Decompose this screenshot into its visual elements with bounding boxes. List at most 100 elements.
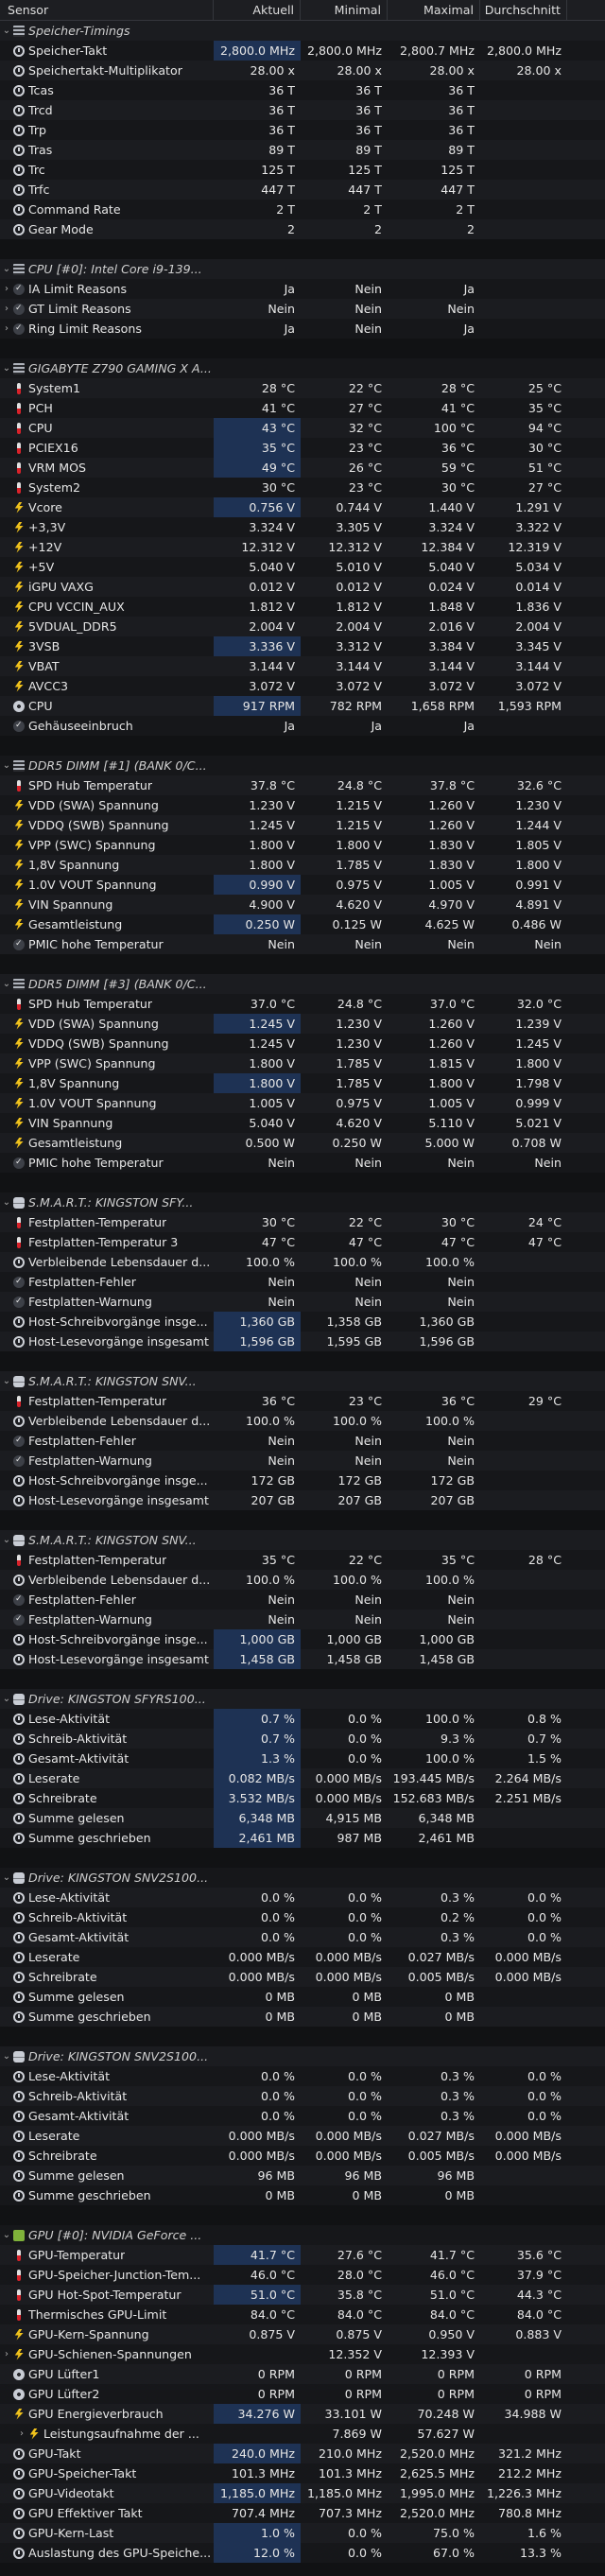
sensor-row[interactable]: Gesamt-Aktivität 0.0 % 0.0 % 0.3 % 0.0 %	[0, 1927, 605, 1947]
sensor-group-header[interactable]: ⌄ CPU [#0]: Intel Core i9-139...	[0, 259, 605, 279]
sensor-row[interactable]: Gesamt-Aktivität 1.3 % 0.0 % 100.0 % 1.5 %	[0, 1749, 605, 1768]
sensor-row[interactable]: PMIC hohe Temperatur Nein Nein Nein Nein	[0, 934, 605, 954]
sensor-group-header[interactable]: ⌄ Drive: KINGSTON SNV2S100...	[0, 1868, 605, 1888]
sensor-row[interactable]: Lese-Aktivität 0.0 % 0.0 % 0.3 % 0.0 %	[0, 2066, 605, 2086]
sensor-row[interactable]: Festplatten-Temperatur 35 °C 22 °C 35 °C 28 …	[0, 1550, 605, 1570]
collapse-chevron-icon[interactable]: ⌄	[0, 259, 13, 279]
sensor-row[interactable]: Schreibrate 0.000 MB/s 0.000 MB/s 0.005 MB/…	[0, 2146, 605, 2166]
column-header-max[interactable]: Maximal	[388, 0, 480, 20]
sensor-group-header[interactable]: ⌄ GIGABYTE Z790 GAMING X A...	[0, 358, 605, 378]
expand-chevron-icon[interactable]: ›	[15, 2424, 28, 2444]
column-header-min[interactable]: Minimal	[301, 0, 388, 20]
sensor-row[interactable]: Summe geschrieben 2,461 MB 987 MB 2,461 MB	[0, 1828, 605, 1848]
sensor-row[interactable]: GPU-Speicher-Takt 101.3 MHz 101.3 MHz 2,625…	[0, 2463, 605, 2483]
sensor-row[interactable]: PCIEX16 35 °C 23 °C 36 °C 30 °C	[0, 438, 605, 458]
sensor-row[interactable]: Gesamtleistung 0.500 W 0.250 W 5.000 W 0.708…	[0, 1133, 605, 1153]
sensor-row[interactable]: 3VSB 3.336 V 3.312 V 3.384 V 3.345 V	[0, 636, 605, 656]
sensor-row[interactable]: Summe geschrieben 0 MB 0 MB 0 MB	[0, 2007, 605, 2027]
sensor-row[interactable]: VPP (SWC) Spannung 1.800 V 1.800 V 1.830 V 1…	[0, 835, 605, 855]
sensor-row[interactable]: Summe gelesen 0 MB 0 MB 0 MB	[0, 1987, 605, 2007]
collapse-chevron-icon[interactable]: ⌄	[0, 1371, 13, 1391]
sensor-row[interactable]: +3,3V 3.324 V 3.305 V 3.324 V 3.322 V	[0, 517, 605, 537]
collapse-chevron-icon[interactable]: ⌄	[0, 1868, 13, 1888]
sensor-row[interactable]: GPU-Videotakt 1,185.0 MHz 1,185.0 MHz 1,995…	[0, 2483, 605, 2503]
expand-chevron-icon[interactable]: ›	[0, 279, 13, 299]
sensor-row[interactable]: Tcas 36 T 36 T 36 T	[0, 80, 605, 100]
sensor-group-header[interactable]: ⌄ S.M.A.R.T.: KINGSTON SNV...	[0, 1371, 605, 1391]
expand-chevron-icon[interactable]: ›	[0, 299, 13, 319]
sensor-row[interactable]: VIN Spannung 4.900 V 4.620 V 4.970 V 4.891 V	[0, 895, 605, 914]
sensor-row[interactable]: Schreibrate 0.000 MB/s 0.000 MB/s 0.005 MB/…	[0, 1967, 605, 1987]
sensor-row[interactable]: Host-Schreibvorgänge insge... 1,000 GB 1,0…	[0, 1629, 605, 1649]
sensor-row[interactable]: Gehäuseeinbruch Ja Ja Ja	[0, 716, 605, 736]
sensor-row[interactable]: Trc 125 T 125 T 125 T	[0, 160, 605, 180]
sensor-group-header[interactable]: ⌄ Speicher-Timings	[0, 21, 605, 41]
sensor-row[interactable]: AVCC3 3.072 V 3.072 V 3.072 V 3.072 V	[0, 676, 605, 696]
sensor-row[interactable]: Festplatten-Temperatur 3 47 °C 47 °C 47 °C 4…	[0, 1232, 605, 1252]
sensor-group-header[interactable]: ⌄ Drive: KINGSTON SNV2S100...	[0, 2046, 605, 2066]
sensor-row[interactable]: VRM MOS 49 °C 26 °C 59 °C 51 °C	[0, 458, 605, 478]
sensor-row[interactable]: GPU-Takt 240.0 MHz 210.0 MHz 2,520.0 MHz 321…	[0, 2444, 605, 2463]
sensor-row[interactable]: GPU Hot-Spot-Temperatur 51.0 °C 35.8 °C 51.…	[0, 2285, 605, 2305]
sensor-row[interactable]: Festplatten-Fehler Nein Nein Nein	[0, 1272, 605, 1292]
sensor-row[interactable]: 1,8V Spannung 1.800 V 1.785 V 1.830 V 1.800 …	[0, 855, 605, 875]
sensor-row[interactable]: SPD Hub Temperatur 37.0 °C 24.8 °C 37.0 °C 3…	[0, 994, 605, 1014]
sensor-row[interactable]: Auslastung des GPU-Speiche... 12.0 % 0.0 %…	[0, 2543, 605, 2563]
sensor-row[interactable]: PCH 41 °C 27 °C 41 °C 35 °C	[0, 398, 605, 418]
sensor-row[interactable]: VDDQ (SWB) Spannung 1.245 V 1.215 V 1.260 V…	[0, 815, 605, 835]
sensor-row[interactable]: Host-Schreibvorgänge insge... 172 GB 172 G…	[0, 1471, 605, 1490]
sensor-row[interactable]: Host-Lesevorgänge insgesamt 1,458 GB 1,458…	[0, 1649, 605, 1669]
sensor-row[interactable]: CPU 917 RPM 782 RPM 1,658 RPM 1,593 RPM	[0, 696, 605, 716]
sensor-row[interactable]: Summe gelesen 6,348 MB 4,915 MB 6,348 MB	[0, 1808, 605, 1828]
sensor-row[interactable]: Lese-Aktivität 0.7 % 0.0 % 100.0 % 0.8 %	[0, 1709, 605, 1729]
sensor-row[interactable]: CPU 43 °C 32 °C 100 °C 94 °C	[0, 418, 605, 438]
sensor-row[interactable]: › GT Limit Reasons Nein Nein Nein	[0, 299, 605, 319]
sensor-row[interactable]: +5V 5.040 V 5.010 V 5.040 V 5.034 V	[0, 557, 605, 577]
sensor-row[interactable]: Command Rate 2 T 2 T 2 T	[0, 200, 605, 219]
sensor-row[interactable]: Trcd 36 T 36 T 36 T	[0, 100, 605, 120]
sensor-row[interactable]: › Leistungsaufnahme der ... 7.869 W 57.627 …	[0, 2424, 605, 2444]
sensor-row[interactable]: Schreibrate 3.532 MB/s 0.000 MB/s 152.683 M…	[0, 1788, 605, 1808]
sensor-row[interactable]: Trp 36 T 36 T 36 T	[0, 120, 605, 140]
sensor-row[interactable]: Schreib-Aktivität 0.0 % 0.0 % 0.3 % 0.0 %	[0, 2086, 605, 2106]
sensor-row[interactable]: iGPU VAXG 0.012 V 0.012 V 0.024 V 0.014 V	[0, 577, 605, 597]
sensor-row[interactable]: Schreib-Aktivität 0.0 % 0.0 % 0.2 % 0.0 %	[0, 1907, 605, 1927]
sensor-row[interactable]: Festplatten-Temperatur 30 °C 22 °C 30 °C 24 …	[0, 1212, 605, 1232]
sensor-group-header[interactable]: ⌄ DDR5 DIMM [#3] (BANK 0/C...	[0, 974, 605, 994]
sensor-row[interactable]: Trfc 447 T 447 T 447 T	[0, 180, 605, 200]
sensor-group-header[interactable]: ⌄ S.M.A.R.T.: KINGSTON SNV...	[0, 1530, 605, 1550]
sensor-row[interactable]: CPU VCCIN_AUX 1.812 V 1.812 V 1.848 V 1.836 …	[0, 597, 605, 617]
sensor-row[interactable]: System2 30 °C 23 °C 30 °C 27 °C	[0, 478, 605, 497]
sensor-row[interactable]: SPD Hub Temperatur 37.8 °C 24.8 °C 37.8 °C 3…	[0, 775, 605, 795]
collapse-chevron-icon[interactable]: ⌄	[0, 756, 13, 775]
sensor-row[interactable]: +12V 12.312 V 12.312 V 12.384 V 12.319 V	[0, 537, 605, 557]
sensor-group-header[interactable]: ⌄ Drive: KINGSTON SFYRS100...	[0, 1689, 605, 1709]
sensor-row[interactable]: GPU Lüfter2 0 RPM 0 RPM 0 RPM 0 RPM	[0, 2384, 605, 2404]
sensor-row[interactable]: Vcore 0.756 V 0.744 V 1.440 V 1.291 V	[0, 497, 605, 517]
sensor-row[interactable]: Tras 89 T 89 T 89 T	[0, 140, 605, 160]
sensor-row[interactable]: Speicher-Takt 2,800.0 MHz 2,800.0 MHz 2,800…	[0, 41, 605, 61]
collapse-chevron-icon[interactable]: ⌄	[0, 974, 13, 994]
sensor-row[interactable]: GPU-Temperatur 41.7 °C 27.6 °C 41.7 °C 35.6 …	[0, 2245, 605, 2265]
sensor-row[interactable]: GPU-Speicher-Junction-Tem... 46.0 °C 28.0 …	[0, 2265, 605, 2285]
sensor-row[interactable]: Gear Mode 2 2 2	[0, 219, 605, 239]
sensor-row[interactable]: Gesamt-Aktivität 0.0 % 0.0 % 0.3 % 0.0 %	[0, 2106, 605, 2126]
sensor-row[interactable]: Leserate 0.000 MB/s 0.000 MB/s 0.027 MB/s 0.…	[0, 2126, 605, 2146]
sensor-row[interactable]: VBAT 3.144 V 3.144 V 3.144 V 3.144 V	[0, 656, 605, 676]
sensor-group-header[interactable]: ⌄ DDR5 DIMM [#1] (BANK 0/C...	[0, 756, 605, 775]
sensor-row[interactable]: 1.0V VOUT Spannung 1.005 V 0.975 V 1.005 V 0…	[0, 1093, 605, 1113]
sensor-row[interactable]: Leserate 0.082 MB/s 0.000 MB/s 193.445 MB/s…	[0, 1768, 605, 1788]
sensor-row[interactable]: Gesamtleistung 0.250 W 0.125 W 4.625 W 0.486…	[0, 914, 605, 934]
sensor-group-header[interactable]: ⌄ S.M.A.R.T.: KINGSTON SFY...	[0, 1192, 605, 1212]
sensor-row[interactable]: VDD (SWA) Spannung 1.245 V 1.230 V 1.260 V 1…	[0, 1014, 605, 1034]
sensor-row[interactable]: Schreib-Aktivität 0.7 % 0.0 % 9.3 % 0.7 %	[0, 1729, 605, 1749]
sensor-row[interactable]: › GPU-Schienen-Spannungen 12.352 V 12.393 V	[0, 2344, 605, 2364]
sensor-row[interactable]: VPP (SWC) Spannung 1.800 V 1.785 V 1.815 V 1…	[0, 1053, 605, 1073]
sensor-row[interactable]: Leserate 0.000 MB/s 0.000 MB/s 0.027 MB/s 0.…	[0, 1947, 605, 1967]
collapse-chevron-icon[interactable]: ⌄	[0, 358, 13, 378]
collapse-chevron-icon[interactable]: ⌄	[0, 21, 13, 41]
sensor-row[interactable]: GPU Energieverbrauch 34.276 W 33.101 W 70.2…	[0, 2404, 605, 2424]
sensor-row[interactable]: GPU Effektiver Takt 707.4 MHz 707.3 MHz 2,5…	[0, 2503, 605, 2523]
column-header-avg[interactable]: Durchschnitt	[480, 0, 567, 20]
sensor-row[interactable]: Festplatten-Temperatur 36 °C 23 °C 36 °C 29 …	[0, 1391, 605, 1411]
